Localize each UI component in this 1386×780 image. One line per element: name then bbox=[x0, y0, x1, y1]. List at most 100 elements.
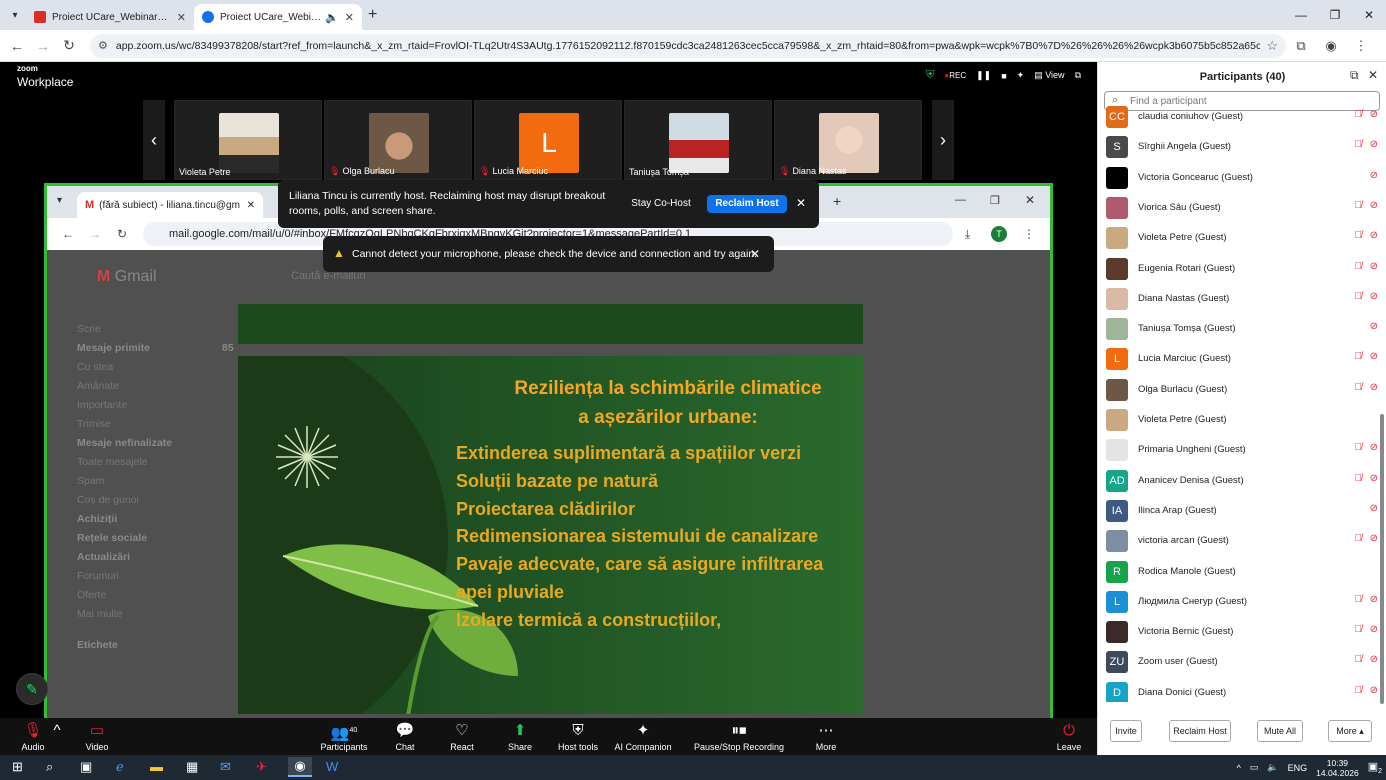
browser-tab-gmail[interactable]: Proiect UCare_Webinare_14.04.... ✕ bbox=[26, 4, 194, 30]
close-icon[interactable]: ✕ bbox=[345, 11, 354, 24]
mic-muted-icon[interactable]: 🎙̸ bbox=[1355, 291, 1363, 302]
chrome-icon[interactable]: ◉ bbox=[288, 757, 312, 777]
participant-row[interactable]: D Diana Donici (Guest) 🎙̸ ⊘ bbox=[1098, 678, 1378, 702]
mute-all-button[interactable]: Mute All bbox=[1257, 720, 1303, 742]
video-off-icon[interactable]: ⊘ bbox=[1370, 230, 1378, 241]
more-options-button[interactable]: More ▴ bbox=[1328, 720, 1372, 742]
pause-icon[interactable]: ❚❚ bbox=[976, 70, 991, 81]
host-tools-button[interactable]: ⛨ Host tools bbox=[556, 722, 600, 752]
participant-row[interactable]: Olga Burlacu (Guest) 🎙̸ ⊘ bbox=[1098, 375, 1378, 405]
scrollbar[interactable] bbox=[1380, 414, 1384, 704]
back-button[interactable]: ← bbox=[4, 38, 30, 54]
mic-muted-icon[interactable]: 🎙̸ bbox=[1355, 261, 1363, 272]
close-icon[interactable]: ✕ bbox=[177, 11, 186, 24]
invite-button[interactable]: Invite bbox=[1110, 720, 1142, 742]
video-off-icon[interactable]: ⊘ bbox=[1370, 533, 1378, 544]
close-icon[interactable]: ✕ bbox=[750, 247, 760, 261]
mic-muted-icon[interactable]: 🎙̸ bbox=[1355, 624, 1363, 635]
video-off-icon[interactable]: ⊘ bbox=[1370, 654, 1378, 665]
close-window-button[interactable]: ✕ bbox=[1352, 0, 1386, 30]
annotate-pencil-icon[interactable]: ✎ bbox=[16, 673, 48, 705]
video-tile[interactable]: Violeta Petre bbox=[174, 100, 322, 180]
mic-muted-icon[interactable]: 🎙̸ bbox=[1355, 200, 1363, 211]
participant-row[interactable]: Victoria Bernic (Guest) 🎙̸ ⊘ bbox=[1098, 617, 1378, 647]
mic-muted-icon[interactable]: 🎙̸ bbox=[1355, 594, 1363, 605]
maximize-button[interactable]: ❐ bbox=[1318, 0, 1352, 30]
forward-button[interactable]: → bbox=[30, 38, 56, 54]
participant-row[interactable]: Eugenia Rotari (Guest) 🎙̸ ⊘ bbox=[1098, 254, 1378, 284]
bookmark-star-icon[interactable]: ☆ bbox=[1266, 38, 1278, 54]
chat-button[interactable]: 💬 Chat bbox=[390, 722, 420, 752]
pause-stop-recording-button[interactable]: ⏸⏹ Pause/Stop Recording bbox=[693, 722, 785, 752]
mic-muted-icon[interactable]: 🎙̸ bbox=[1355, 685, 1363, 696]
extensions-icon[interactable]: ⧉ bbox=[1286, 38, 1316, 54]
video-off-icon[interactable]: ⊘ bbox=[1370, 139, 1378, 150]
participant-row[interactable]: Violeta Petre (Guest) bbox=[1098, 405, 1378, 435]
ai-companion-button[interactable]: ✦ AI Companion bbox=[612, 722, 674, 752]
video-off-icon[interactable]: ⊘ bbox=[1370, 261, 1378, 272]
video-off-icon[interactable]: ⊘ bbox=[1370, 109, 1378, 120]
ai-sparkle-icon[interactable]: ✦ bbox=[1017, 70, 1025, 81]
participant-row[interactable]: victoria arcan (Guest) 🎙̸ ⊘ bbox=[1098, 526, 1378, 556]
chevron-left-icon[interactable]: ‹ bbox=[143, 100, 165, 180]
edge-icon[interactable]: ℯ bbox=[116, 759, 124, 775]
video-off-icon[interactable]: ⊘ bbox=[1370, 170, 1378, 181]
participant-row[interactable]: IA Ilinca Arap (Guest) ⊘ bbox=[1098, 496, 1378, 526]
tab-search-button[interactable]: ▾ bbox=[4, 4, 26, 26]
windows-start-icon[interactable]: ⊞ bbox=[12, 759, 23, 775]
clock[interactable]: 10:39 14.04.2026 bbox=[1316, 758, 1359, 778]
mic-muted-icon[interactable]: 🎙̸ bbox=[1355, 109, 1363, 120]
mic-muted-icon[interactable]: 🎙̸ bbox=[1355, 230, 1363, 241]
stop-icon[interactable]: ■ bbox=[1001, 71, 1006, 81]
notifications-icon[interactable]: ▣2 bbox=[1368, 760, 1382, 775]
video-off-icon[interactable]: ⊘ bbox=[1370, 321, 1378, 332]
participant-row[interactable]: R Rodica Manole (Guest) bbox=[1098, 557, 1378, 587]
video-tile[interactable]: L 🎙 Lucia Marciuc bbox=[474, 100, 622, 180]
participant-row[interactable]: AD Ananicev Denisa (Guest) 🎙̸ ⊘ bbox=[1098, 466, 1378, 496]
video-off-icon[interactable]: ⊘ bbox=[1370, 503, 1378, 514]
participant-row[interactable]: L Lucia Marciuc (Guest) 🎙̸ ⊘ bbox=[1098, 344, 1378, 374]
reclaim-host-button[interactable]: Reclaim Host bbox=[1169, 720, 1231, 742]
close-icon[interactable]: ✕ bbox=[796, 196, 806, 210]
app-icon[interactable]: ✈ bbox=[256, 759, 267, 775]
task-view-icon[interactable]: ▣ bbox=[80, 759, 92, 775]
file-explorer-icon[interactable]: ▬ bbox=[150, 759, 163, 774]
speaker-icon[interactable]: 🔈 bbox=[325, 11, 339, 24]
profile-icon[interactable]: ◉ bbox=[1316, 38, 1346, 54]
word-icon[interactable]: W bbox=[326, 759, 338, 774]
video-off-icon[interactable]: ⊘ bbox=[1370, 594, 1378, 605]
participant-row[interactable]: Violeta Petre (Guest) 🎙̸ ⊘ bbox=[1098, 223, 1378, 253]
video-off-icon[interactable]: ⊘ bbox=[1370, 382, 1378, 393]
view-button[interactable]: ▤ View bbox=[1034, 70, 1064, 81]
participant-row[interactable]: S Sîrghii Angela (Guest) 🎙̸ ⊘ bbox=[1098, 132, 1378, 162]
video-off-icon[interactable]: ⊘ bbox=[1370, 624, 1378, 635]
chevron-right-icon[interactable]: › bbox=[932, 100, 954, 180]
reload-button[interactable]: ↻ bbox=[56, 37, 82, 54]
minimize-button[interactable]: — bbox=[1284, 0, 1318, 30]
browser-tab-zoom[interactable]: Proiect UCare_Webinar #1_ 🔈 ✕ bbox=[194, 4, 362, 30]
video-off-icon[interactable]: ⊘ bbox=[1370, 291, 1378, 302]
react-button[interactable]: ♡ React bbox=[447, 722, 477, 752]
participant-row[interactable]: Taniușa Tomșa (Guest) ⊘ bbox=[1098, 314, 1378, 344]
mic-muted-icon[interactable]: 🎙̸ bbox=[1355, 139, 1363, 150]
more-button[interactable]: ⋯ More bbox=[812, 722, 840, 752]
network-icon[interactable]: ▭ bbox=[1250, 762, 1259, 773]
participant-row[interactable]: ZU Zoom user (Guest) 🎙̸ ⊘ bbox=[1098, 647, 1378, 677]
participant-row[interactable]: Primaria Ungheni (Guest) 🎙̸ ⊘ bbox=[1098, 435, 1378, 465]
new-tab-button[interactable]: + bbox=[368, 6, 377, 24]
stay-cohost-button[interactable]: Stay Co-Host bbox=[623, 195, 699, 213]
video-off-icon[interactable]: ⊘ bbox=[1370, 442, 1378, 453]
volume-icon[interactable]: 🔈 bbox=[1267, 762, 1278, 773]
video-tile[interactable]: Taniușa Tomșa bbox=[624, 100, 772, 180]
mail-icon[interactable]: ✉ bbox=[220, 759, 231, 775]
participant-row[interactable]: Diana Nastas (Guest) 🎙̸ ⊘ bbox=[1098, 284, 1378, 314]
chevron-up-icon[interactable]: ^ bbox=[1237, 763, 1241, 773]
participant-row[interactable]: Victoria Goncearuc (Guest) ⊘ bbox=[1098, 163, 1378, 193]
video-off-icon[interactable]: ⊘ bbox=[1370, 351, 1378, 362]
video-tile[interactable]: 🎙 Olga Burlacu bbox=[324, 100, 472, 180]
mic-muted-icon[interactable]: 🎙̸ bbox=[1355, 533, 1363, 544]
site-info-icon[interactable]: ⚙ bbox=[98, 39, 108, 52]
audio-button[interactable]: 🎙 Audio bbox=[14, 722, 52, 752]
menu-icon[interactable]: ⋮ bbox=[1346, 38, 1376, 54]
search-icon[interactable]: ⌕ bbox=[46, 759, 53, 775]
